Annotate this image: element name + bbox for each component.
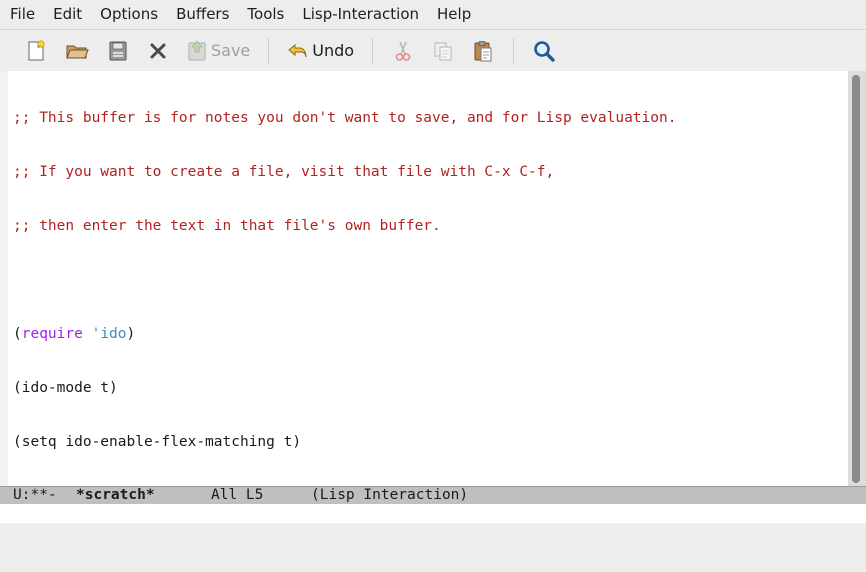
echo-area[interactable] <box>0 504 866 523</box>
cut-icon <box>395 41 411 61</box>
menu-bar: File Edit Options Buffers Tools Lisp-Int… <box>0 0 866 28</box>
search-icon <box>534 40 555 62</box>
open-button[interactable] <box>64 36 90 66</box>
menu-edit[interactable]: Edit <box>43 0 90 28</box>
vertical-scrollbar[interactable] <box>848 71 866 487</box>
menu-tools[interactable]: Tools <box>237 0 292 28</box>
buffer-text[interactable]: ;; This buffer is for notes you don't wa… <box>13 73 676 469</box>
comment-line: ;; This buffer is for notes you don't wa… <box>13 110 677 126</box>
undo-button[interactable]: Undo <box>287 36 354 66</box>
open-folder-icon <box>66 45 89 58</box>
toolbar-separator <box>372 37 374 64</box>
close-button[interactable] <box>146 36 170 66</box>
menu-help[interactable]: Help <box>427 0 479 28</box>
copy-icon <box>434 42 452 60</box>
search-button[interactable] <box>532 36 556 66</box>
modeline-status: U:**- <box>13 487 57 503</box>
menu-lisp-interaction[interactable]: Lisp-Interaction <box>292 0 427 28</box>
symbol-ido: ido <box>100 326 127 342</box>
save-label: Save <box>211 41 251 60</box>
code-line: (setq ido-enable-flex-matching t) <box>13 434 302 450</box>
save-icon-button[interactable] <box>106 36 130 66</box>
copy-button[interactable] <box>431 36 455 66</box>
paren: ) <box>126 326 136 342</box>
save-disk-icon <box>109 41 127 60</box>
new-file-button[interactable] <box>24 36 48 66</box>
paste-icon <box>474 40 492 61</box>
scrollbar-thumb[interactable] <box>852 75 860 483</box>
paren: ( <box>13 326 22 342</box>
toolbar-separator <box>513 37 515 64</box>
toolbar-separator <box>268 37 270 64</box>
modeline-buffer-name[interactable]: *scratch* <box>76 487 155 504</box>
menu-options[interactable]: Options <box>90 0 166 28</box>
menu-buffers[interactable]: Buffers <box>166 0 237 28</box>
modeline-position: All L5 <box>211 487 264 503</box>
paste-button[interactable] <box>471 36 495 66</box>
cut-button[interactable] <box>391 36 415 66</box>
close-icon <box>150 43 166 58</box>
new-file-icon <box>28 39 45 60</box>
comment-line: ;; If you want to create a file, visit t… <box>13 164 555 180</box>
undo-arrow-icon <box>288 43 307 57</box>
save-disabled-icon <box>188 39 206 60</box>
modeline-major-mode[interactable]: (Lisp Interaction) <box>311 487 468 504</box>
quote-mark: ' <box>82 326 101 342</box>
left-fringe <box>0 71 8 487</box>
comment-line: ;; then enter the text in that file's ow… <box>13 218 441 234</box>
keyword-require: require <box>21 326 83 342</box>
code-line-require: (require 'ido) <box>13 325 676 343</box>
code-line: (ido-mode t) <box>13 380 118 396</box>
save-button[interactable]: Save <box>186 36 250 66</box>
menu-file[interactable]: File <box>0 0 43 28</box>
undo-label: Undo <box>312 41 355 60</box>
toolbar: Save Undo <box>0 29 866 71</box>
mode-line: U:**- *scratch* All L5 (Lisp Interaction… <box>0 486 866 504</box>
